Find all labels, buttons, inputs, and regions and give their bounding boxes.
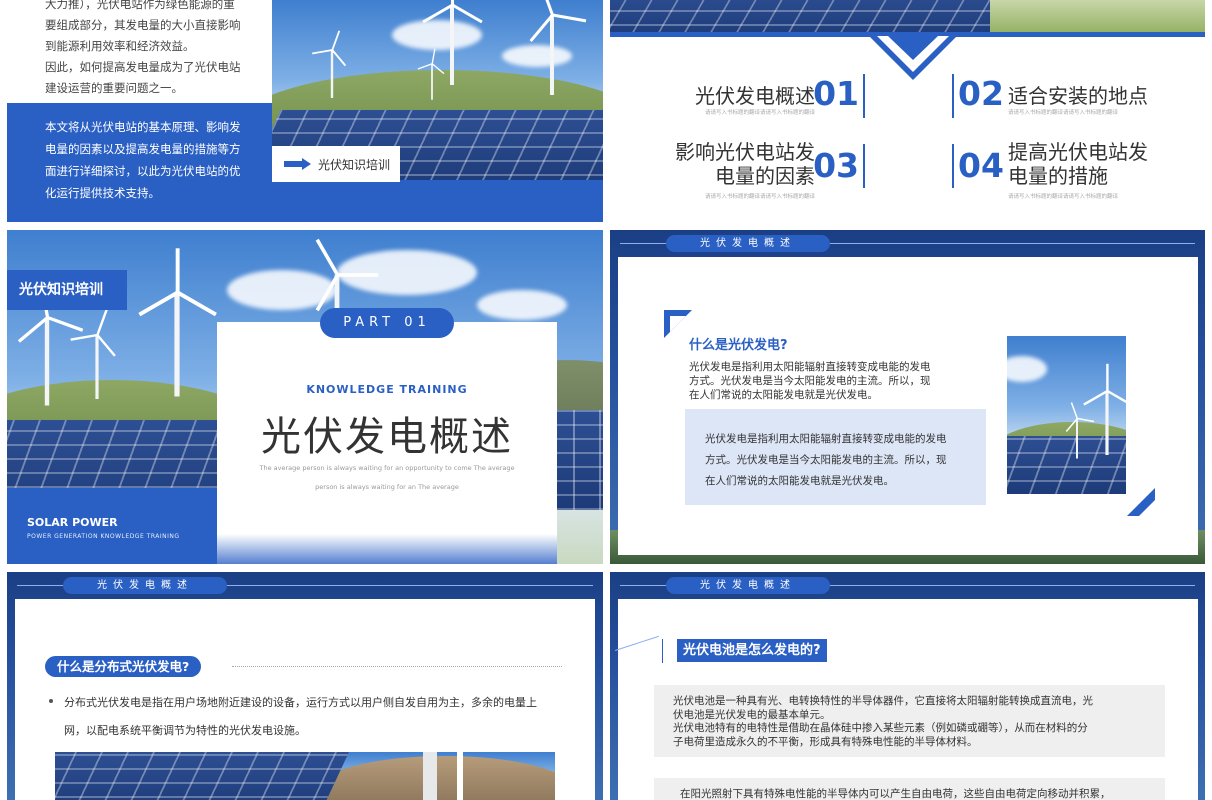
slide3-solar-sub: POWER GENERATION KNOWLEDGE TRAINING (27, 533, 180, 540)
slide6-box-line: 光伏电池特有的电特性是借助在晶体硅中掺入某些元素（例如磷或硼等），从而在材料的分 (673, 722, 1088, 734)
slide5-bullet-l2: 网，以配电系统平衡调节为特性的光伏发电设施。 (64, 724, 306, 737)
slide3-desc-l1: The average person is always waiting for… (259, 464, 515, 472)
toc-num-04: 04 (958, 146, 1004, 185)
slide1-para-line: 大力推），光伏电站作为绿色能源的重 (45, 0, 235, 11)
slide-1: 大力推），光伏电站作为绿色能源的重 要组成部分，其发电量的大小直接影响 到能源利… (7, 0, 603, 222)
slide5-dotline (232, 666, 562, 667)
slide6-box: 光伏电池是一种具有光、电转换特性的半导体器件，它直接将太阳辐射能转换成直流电，光… (654, 685, 1165, 757)
slide2-top-photo (610, 0, 1205, 36)
toc-title-03: 影响光伏电站发 电量的因素 (675, 140, 815, 188)
slide1-blue-line: 本文将从光伏电站的基本原理、影响发 (45, 120, 241, 134)
slide1-blue-line: 面进行详细探讨，以此为光伏电站的优 (45, 164, 241, 178)
slide5-bullet-l1: 分布式光伏发电是指在用户场地附近建设的设备，运行方式以用户侧自发自用为主，多余的… (64, 696, 537, 709)
slide-2: 光伏发电概述 请请写入书标题的翻译请请写入书标题的翻译 01 02 适合安装的地… (610, 0, 1205, 222)
slide1-text-block: 大力推），光伏电站作为绿色能源的重 要组成部分，其发电量的大小直接影响 到能源利… (7, 0, 271, 100)
slide5-pill: 光伏发电概述 (63, 577, 227, 594)
slide6-q-divider (662, 639, 663, 663)
slide4-photo (1007, 336, 1126, 494)
slide4-para-line: 在人们常说的太阳能发电就是光伏发电。 (689, 389, 878, 401)
slide1-blue-line: 化运行提供技术支持。 (45, 186, 160, 200)
slide6-box-line: 子电荷里造成永久的不平衡，形成具有特殊电性能的半导体材料。 (673, 735, 978, 748)
slide1-para-line: 到能源利用效率和经济效益。 (45, 39, 195, 53)
toc-num-02: 02 (958, 74, 1004, 113)
toc-sub-02: 请请写入书标题的翻译请请写入书标题的翻译 (1008, 110, 1119, 116)
slide-6: 光伏发电概述 光伏电池是怎么发电的? 光伏电池是一种具有光、电转换特性的半导体器… (610, 572, 1205, 800)
slide3-tag: 光伏知识培训 (7, 270, 127, 310)
toc-item-01[interactable]: 光伏发电概述 请请写入书标题的翻译请请写入书标题的翻译 01 (650, 72, 865, 120)
toc-title-01: 光伏发电概述 (695, 84, 815, 108)
toc-sub-01: 请请写入书标题的翻译请请写入书标题的翻译 (704, 110, 815, 116)
toc-title-03-line1: 影响光伏电站发 (675, 140, 815, 164)
slide3-part-pill: PART 01 (320, 308, 454, 338)
slide4-para: 光伏发电是指利用太阳能辐射直接转变成电能的发电 方式。光伏发电是当今太阳能发电的… (689, 360, 931, 402)
slide4-para-line: 方式。光伏发电是当今太阳能发电的主流。所以，现 (689, 375, 931, 387)
slide6-box2-line: 在阳光照射下具有特殊电性能的半导体内可以产生自由电荷，这些自由电荷定向移动并积累… (680, 788, 1111, 800)
toc-title-04: 提高光伏电站发 电量的措施 (1008, 140, 1148, 188)
slide3-desc-l2: person is always waiting for an The aver… (315, 483, 459, 491)
slide1-tag: 光伏知识培训 (272, 146, 400, 182)
slide4-box: 光伏发电是指利用太阳能辐射直接转变成电能的发电 方式。光伏发电是当今太阳能发电的… (685, 409, 986, 505)
arrow-right-icon (284, 158, 312, 170)
slide6-box-line: 光伏电池是一种具有光、电转换特性的半导体器件，它直接将太阳辐射能转换成直流电，光 (673, 695, 1093, 707)
slide-3: 光伏知识培训 SOLAR POWER POWER GENERATION KNOW… (7, 230, 603, 564)
slide4-box-line: 在人们常说的太阳能发电就是光伏发电。 (705, 475, 894, 487)
slide4-q: 什么是光伏发电? (689, 338, 788, 353)
slide3-solar: SOLAR POWER (27, 516, 118, 529)
toc-num-03: 03 (813, 146, 859, 185)
toc-sub-04: 请请写入书标题的翻译请请写入书标题的翻译 (1008, 194, 1119, 200)
slide5-q: 什么是分布式光伏发电? (45, 656, 202, 677)
slide6-q: 光伏电池是怎么发电的? (677, 639, 827, 662)
toc-title-04-line1: 提高光伏电站发 (1008, 140, 1148, 164)
slide4-pill: 光伏发电概述 (666, 235, 830, 252)
bullet-dot-icon (49, 699, 53, 703)
slide4-box-line: 方式。光伏发电是当今太阳能发电的主流。所以，现 (705, 454, 947, 466)
slide3-kt: KNOWLEDGE TRAINING (306, 383, 468, 396)
slide3-title: 光伏发电概述 (261, 414, 513, 460)
slide1-para-line: 因此，如何提高发电量成为了光伏电站 (45, 60, 241, 74)
slide6-box2: 在阳光照射下具有特殊电性能的半导体内可以产生自由电荷，这些自由电荷定向移动并积累… (654, 778, 1165, 800)
slide1-tag-label: 光伏知识培训 (318, 157, 391, 172)
toc-title-02: 适合安装的地点 (1008, 84, 1148, 108)
slide3-card-bottom-fade (217, 534, 557, 564)
slide1-para-line: 要组成部分，其发电量的大小直接影响 (45, 18, 241, 32)
toc-item-03[interactable]: 影响光伏电站发 电量的因素 请请写入书标题的翻译请请写入书标题的翻译 03 (650, 140, 865, 200)
toc-title-03-line2: 电量的因素 (715, 164, 815, 188)
slide6-pill: 光伏发电概述 (666, 577, 830, 594)
slide-5: 光伏发电概述 什么是分布式光伏发电? 分布式光伏发电是指在用户场地附近建设的设备… (7, 572, 603, 800)
slide1-para-line: 建设运营的重要问题之一。 (45, 81, 183, 95)
slide6-box-line: 伏电池是光伏发电的最基本单元。 (673, 708, 831, 721)
slide1-blue-line: 电量的因素以及提高发电量的措施等方 (45, 142, 241, 156)
toc-num-01: 01 (813, 74, 859, 113)
slide1-blue-text: 本文将从光伏电站的基本原理、影响发 电量的因素以及提高发电量的措施等方 面进行详… (45, 116, 275, 204)
toc-sub-03: 请请写入书标题的翻译请请写入书标题的翻译 (704, 194, 815, 200)
toc-item-02[interactable]: 02 适合安装的地点 请请写入书标题的翻译请请写入书标题的翻译 (952, 72, 1192, 120)
slide-4: 光伏发电概述 什么是光伏发电? 光伏发电是指利用太阳能辐射直接转变成电能的发电 … (610, 230, 1205, 564)
slide4-para-line: 光伏发电是指利用太阳能辐射直接转变成电能的发电 (689, 361, 931, 373)
toc-title-04-line2: 电量的措施 (1008, 164, 1108, 188)
slide5-photo (55, 752, 555, 800)
toc-item-04[interactable]: 04 提高光伏电站发 电量的措施 请请写入书标题的翻译请请写入书标题的翻译 (952, 140, 1192, 200)
slide4-box-line: 光伏发电是指利用太阳能辐射直接转变成电能的发电 (705, 433, 947, 445)
